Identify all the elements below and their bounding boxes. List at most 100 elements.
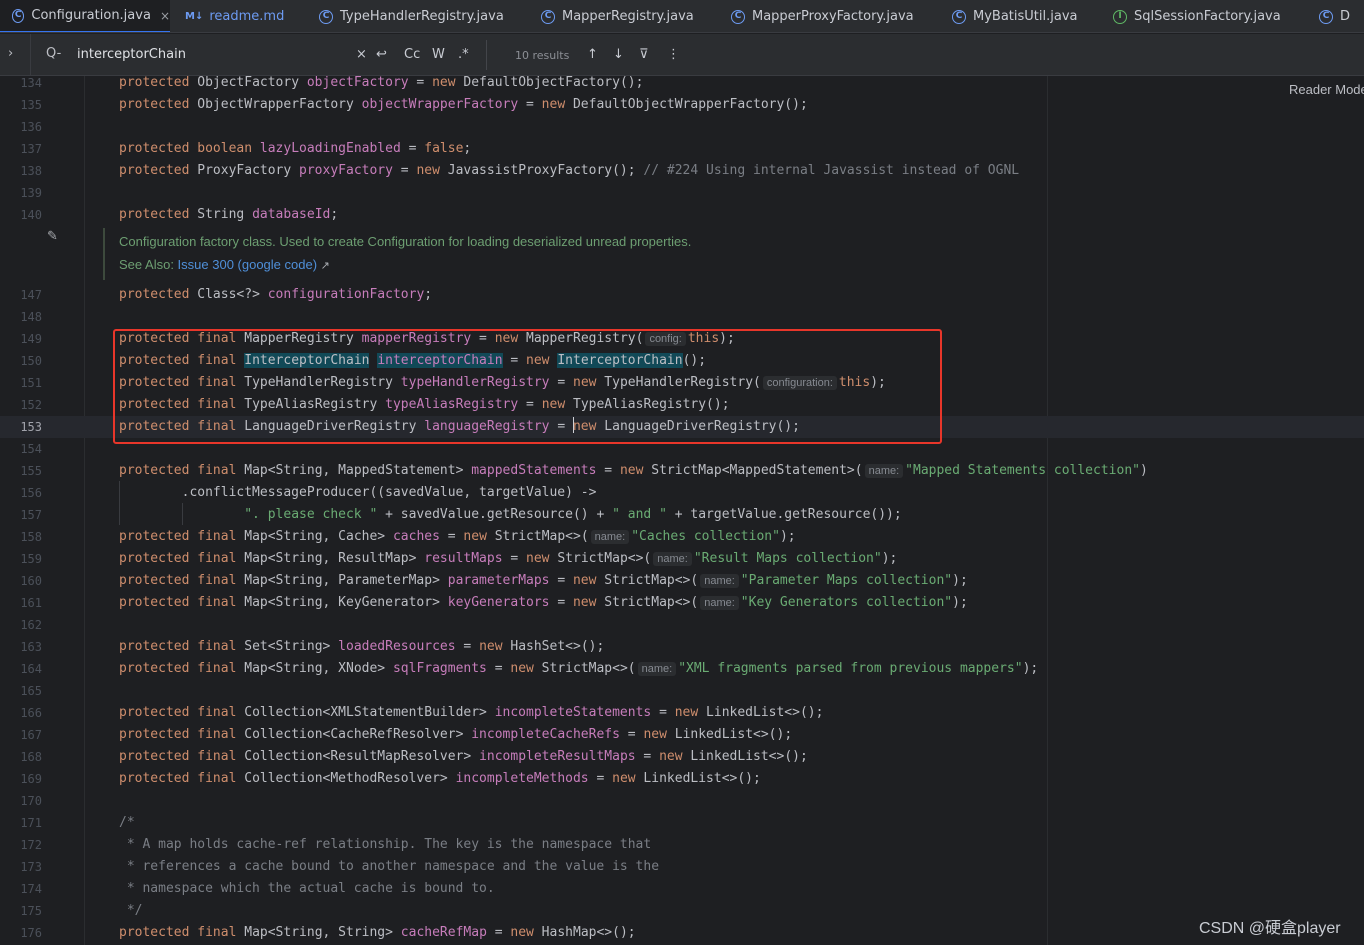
clear-search-icon[interactable]: × [356, 47, 367, 62]
code-editor[interactable]: 134 protected ObjectFactory objectFactory… [0, 75, 1364, 945]
code-token: String [189, 207, 253, 222]
code-token: HashSet<>(); [502, 639, 605, 654]
code-line[interactable]: 156 .conflictMessageProducer((savedValue… [0, 482, 1364, 504]
keyword-token: protected [119, 727, 190, 742]
line-number: 167 [20, 728, 42, 742]
code-line[interactable]: 159 protected final Map<String, ResultMap… [0, 548, 1364, 570]
search-icon[interactable]: Q- [46, 46, 61, 61]
previous-occurrence-icon[interactable]: ↑ [587, 47, 598, 62]
code-line[interactable]: 135 protected ObjectWrapperFactory object… [0, 94, 1364, 116]
more-options-icon[interactable]: ⋮ [667, 47, 680, 62]
code-text: protected final Collection<CacheRefResol… [119, 724, 792, 746]
code-line[interactable]: 148 [0, 306, 1364, 328]
tab-typehandlerregistry-java[interactable]: C TypeHandlerRegistry.java [319, 0, 504, 32]
close-tab-icon[interactable]: × [160, 9, 170, 23]
javadoc-text: Configuration factory class. Used to cre… [119, 234, 692, 249]
code-token: DefaultObjectWrapperFactory(); [565, 97, 808, 112]
tab-configuration-java[interactable]: C Configuration.java × [0, 0, 170, 32]
code-line[interactable]: 168 protected final Collection<ResultMapR… [0, 746, 1364, 768]
code-token: Collection<ResultMapResolver> [236, 749, 480, 764]
code-text: protected ObjectWrapperFactory objectWra… [119, 94, 808, 116]
tab-mapperproxyfactory-java[interactable]: C MapperProxyFactory.java [731, 0, 914, 32]
code-line[interactable]: 175 */ [0, 900, 1364, 922]
comment-token: * A map holds cache-ref relationship. Th… [119, 837, 652, 852]
find-bar: › Q- interceptorChain × ↩ Cc W .* 10 res… [0, 34, 1364, 76]
code-line[interactable]: 138 protected ProxyFactory proxyFactory =… [0, 160, 1364, 182]
code-line[interactable]: 147 protected Class<?> configurationFacto… [0, 284, 1364, 306]
keyword-token: new [572, 595, 597, 610]
issue-link[interactable]: Issue 300 (google code) [178, 257, 317, 272]
keyword-token: new [416, 163, 440, 178]
match-case-toggle[interactable]: Cc [404, 47, 420, 62]
code-line[interactable]: 176 protected final Map<String, String> c… [0, 922, 1364, 944]
interface-icon: I [1113, 9, 1127, 24]
whole-words-toggle[interactable]: W [432, 47, 445, 62]
new-line-icon[interactable]: ↩ [376, 47, 387, 62]
code-line[interactable]: 140 protected String databaseId; [0, 204, 1364, 226]
field-token: keyGenerators [447, 595, 550, 610]
code-line[interactable]: 160 protected final Map<String, Parameter… [0, 570, 1364, 592]
keyword-token: new [612, 771, 636, 786]
field-token: incompleteResultMaps [479, 749, 636, 764]
code-line[interactable]: 134 protected ObjectFactory objectFactory… [0, 72, 1364, 94]
divider [486, 40, 487, 70]
code-line[interactable]: 162 [0, 614, 1364, 636]
keyword-token: protected [119, 75, 190, 90]
code-token: ); [952, 595, 968, 610]
code-token: LinkedList<>(); [682, 749, 808, 764]
code-token: DefaultObjectFactory(); [455, 75, 644, 90]
line-number: 160 [20, 574, 42, 588]
tab-mybatisutil-java[interactable]: C MyBatisUtil.java [952, 0, 1077, 32]
code-line[interactable]: 170 [0, 790, 1364, 812]
line-number: 174 [20, 882, 42, 896]
tab-label: MapperRegistry.java [562, 9, 694, 24]
filter-icon[interactable]: ⊽ [639, 47, 649, 62]
code-line[interactable]: 158 protected final Map<String, Cache> ca… [0, 526, 1364, 548]
code-token: ProxyFactory [189, 163, 300, 178]
code-line[interactable]: 173 * references a cache bound to anothe… [0, 856, 1364, 878]
search-input[interactable]: interceptorChain [77, 47, 186, 62]
code-line[interactable]: 165 [0, 680, 1364, 702]
tab-readme-md[interactable]: M↓ readme.md [185, 0, 284, 32]
reader-mode-button[interactable]: Reader Mode [1289, 82, 1364, 97]
regex-toggle[interactable]: .* [458, 47, 469, 62]
edit-doc-pencil-icon[interactable]: ✎ [47, 229, 58, 244]
keyword-token: protected [119, 661, 190, 676]
code-token: = [596, 463, 620, 478]
keyword-token: false [424, 141, 464, 156]
code-text: protected final Map<String, XNode> sqlFr… [119, 658, 1038, 680]
code-token: = [400, 141, 425, 156]
string-token: "Mapped Statements collection" [905, 463, 1140, 478]
code-line[interactable]: 171 /* [0, 812, 1364, 834]
code-line[interactable]: 167 protected final Collection<CacheRefRe… [0, 724, 1364, 746]
line-number: 176 [20, 926, 42, 940]
tab-sqlsessionfactory-java[interactable]: I SqlSessionFactory.java [1113, 0, 1281, 32]
code-text: protected final Set<String> loadedResour… [119, 636, 604, 658]
code-line[interactable]: 155 protected final Map<String, MappedSta… [0, 460, 1364, 482]
code-line[interactable]: 139 [0, 182, 1364, 204]
code-token: = [486, 925, 511, 940]
class-icon: C [731, 9, 745, 24]
code-token: = [392, 163, 417, 178]
code-token: + savedValue.getResource() + [377, 507, 613, 522]
tab-overflow[interactable]: C D [1319, 0, 1350, 32]
keyword-token: protected [119, 287, 190, 302]
code-text: /* [119, 812, 135, 834]
code-line[interactable]: 163 protected final Set<String> loadedRes… [0, 636, 1364, 658]
line-number: 134 [20, 76, 42, 90]
code-line[interactable]: 174 * namespace which the actual cache i… [0, 878, 1364, 900]
tab-mapperregistry-java[interactable]: C MapperRegistry.java [541, 0, 694, 32]
code-line[interactable]: 157 ". please check " + savedValue.getRe… [0, 504, 1364, 526]
code-line[interactable]: 136 [0, 116, 1364, 138]
tab-label: Configuration.java [31, 8, 151, 23]
code-line[interactable]: 161 protected final Map<String, KeyGenera… [0, 592, 1364, 614]
expand-replace-chevron-icon[interactable]: › [8, 46, 13, 61]
code-line[interactable]: 137 protected boolean lazyLoadingEnabled … [0, 138, 1364, 160]
code-text: protected boolean lazyLoadingEnabled = f… [119, 138, 471, 160]
code-line[interactable]: 172 * A map holds cache-ref relationship… [0, 834, 1364, 856]
next-occurrence-icon[interactable]: ↓ [613, 47, 624, 62]
code-line[interactable]: 166 protected final Collection<XMLStateme… [0, 702, 1364, 724]
code-line[interactable]: 164 protected final Map<String, XNode> sq… [0, 658, 1364, 680]
keyword-token: new [572, 573, 597, 588]
code-line[interactable]: 169 protected final Collection<MethodReso… [0, 768, 1364, 790]
